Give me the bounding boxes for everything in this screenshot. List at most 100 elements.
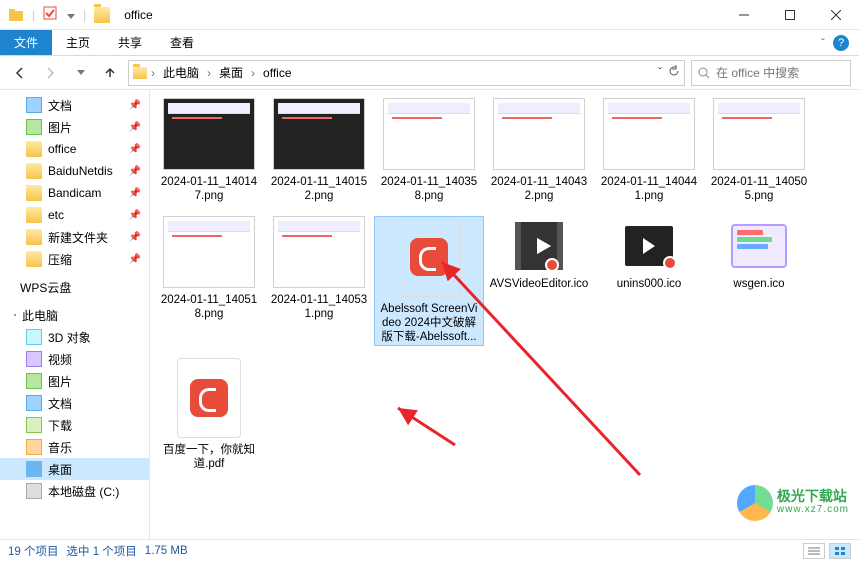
watermark: 极光下载站 www.xz7.com (737, 485, 849, 521)
sidebar-pc[interactable]: 此电脑 (0, 304, 149, 326)
sidebar-item[interactable]: 图片 📌 (0, 116, 149, 138)
file-item[interactable]: 2024-01-11_140531.png (264, 216, 374, 346)
pin-icon: 📌 (129, 210, 141, 221)
ribbon-expand-icon[interactable]: ˇ (821, 36, 825, 50)
pdf-icon (397, 217, 461, 297)
file-item[interactable]: 2024-01-11_140441.png (594, 98, 704, 204)
ribbon: 文件 主页 共享 查看 ˇ ? (0, 30, 859, 56)
refresh-icon[interactable] (668, 65, 680, 80)
file-label: Abelssoft ScreenVideo 2024中文破解版下载-Abelss… (377, 301, 481, 345)
up-button[interactable] (98, 61, 122, 85)
sidebar-item[interactable]: BaiduNetdis📌 (0, 160, 149, 182)
crumb-pc[interactable]: 此电脑 (159, 61, 203, 85)
sidebar-item-label: 文档 (48, 97, 72, 114)
search-placeholder: 在 office 中搜索 (716, 64, 799, 81)
sidebar-item[interactable]: 文档 (0, 392, 149, 414)
qat-sep2: | (83, 8, 86, 22)
sidebar-item-label: 图片 (48, 119, 72, 136)
sidebar-item[interactable]: 桌面 (0, 458, 149, 480)
address-bar[interactable]: › 此电脑 › 桌面 › office ˇ (128, 60, 685, 86)
minimize-button[interactable] (721, 0, 767, 30)
tab-file[interactable]: 文件 (0, 30, 52, 55)
sidebar-item-label: office (48, 142, 76, 156)
qat-dropdown-icon[interactable] (65, 8, 75, 22)
sidebar-wps[interactable]: WPS云盘 (0, 276, 149, 298)
sidebar-item[interactable]: 压缩📌 (0, 248, 149, 270)
qat-checkbox-icon[interactable] (43, 6, 57, 23)
addr-dropdown-icon[interactable]: ˇ (658, 65, 662, 80)
tab-view[interactable]: 查看 (156, 30, 208, 55)
file-pane[interactable]: 2024-01-11_140147.png2024-01-11_140152.p… (150, 90, 859, 539)
help-icon[interactable]: ? (833, 35, 849, 51)
sidebar-item-label: 3D 对象 (48, 329, 91, 346)
sidebar-item[interactable]: Bandicam📌 (0, 182, 149, 204)
watermark-logo-icon (737, 485, 773, 521)
sidebar-item[interactable]: 图片 (0, 370, 149, 392)
sidebar-item[interactable]: etc📌 (0, 204, 149, 226)
pin-icon: 📌 (129, 122, 141, 133)
file-item[interactable]: 2024-01-11_140358.png (374, 98, 484, 204)
tab-home[interactable]: 主页 (52, 30, 104, 55)
watermark-url: www.xz7.com (777, 503, 849, 517)
sidebar-wps-label: WPS云盘 (20, 279, 71, 296)
sidebar-item[interactable]: 文档📌 (0, 94, 149, 116)
chevron-right-icon[interactable]: › (151, 66, 155, 80)
pin-icon: 📌 (129, 254, 141, 265)
thumbnail (163, 216, 255, 288)
app-icon (727, 216, 791, 276)
thumbnail (383, 98, 475, 170)
maximize-button[interactable] (767, 0, 813, 30)
file-item[interactable]: AVSVideoEditor.ico (484, 216, 594, 346)
folder-icon (26, 97, 42, 113)
thumbnail (493, 98, 585, 170)
address-row: › 此电脑 › 桌面 › office ˇ 在 office 中搜索 (0, 56, 859, 90)
folder-icon (26, 207, 42, 223)
view-icons-button[interactable] (829, 543, 851, 559)
sidebar-item[interactable]: 3D 对象 (0, 326, 149, 348)
file-item[interactable]: Abelssoft ScreenVideo 2024中文破解版下载-Abelss… (374, 216, 484, 346)
item-icon (26, 373, 42, 389)
close-button[interactable] (813, 0, 859, 30)
sidebar-item[interactable]: 本地磁盘 (C:) (0, 480, 149, 502)
sidebar-pc-label: 此电脑 (22, 307, 58, 324)
folder-icon (26, 185, 42, 201)
file-item[interactable]: 2024-01-11_140147.png (154, 98, 264, 204)
search-box[interactable]: 在 office 中搜索 (691, 60, 851, 86)
view-details-button[interactable] (803, 543, 825, 559)
item-icon (26, 461, 42, 477)
file-label: 2024-01-11_140505.png (707, 174, 811, 204)
addr-folder-icon (133, 67, 147, 79)
chevron-right-icon[interactable]: › (207, 66, 211, 80)
file-item[interactable]: 2024-01-11_140152.png (264, 98, 374, 204)
forward-button[interactable] (38, 61, 62, 85)
tab-share[interactable]: 共享 (104, 30, 156, 55)
sidebar-item[interactable]: 下载 (0, 414, 149, 436)
pin-icon: 📌 (129, 144, 141, 155)
back-button[interactable] (8, 61, 32, 85)
thumbnail (713, 98, 805, 170)
file-item[interactable]: 2024-01-11_140505.png (704, 98, 814, 204)
file-item[interactable]: 百度一下，你就知道.pdf (154, 358, 264, 472)
chevron-right-icon[interactable]: › (251, 66, 255, 80)
pin-icon: 📌 (129, 232, 141, 243)
thumbnail (273, 98, 365, 170)
sidebar-item[interactable]: office 📌 (0, 138, 149, 160)
folder-icon (26, 229, 42, 245)
sidebar-item[interactable]: 音乐 (0, 436, 149, 458)
file-item[interactable]: 2024-01-11_140432.png (484, 98, 594, 204)
file-label: 2024-01-11_140358.png (377, 174, 481, 204)
crumb-office[interactable]: office (259, 61, 295, 85)
sidebar-item[interactable]: 视频 (0, 348, 149, 370)
file-label: 2024-01-11_140518.png (157, 292, 261, 322)
folder-icon (26, 141, 42, 157)
title-bar: | | office (0, 0, 859, 30)
file-item[interactable]: unins000.ico (594, 216, 704, 346)
file-label: unins000.ico (615, 276, 684, 292)
file-label: 2024-01-11_140531.png (267, 292, 371, 322)
recent-dropdown[interactable] (68, 61, 92, 85)
file-item[interactable]: wsgen.ico (704, 216, 814, 346)
item-icon (26, 439, 42, 455)
file-item[interactable]: 2024-01-11_140518.png (154, 216, 264, 346)
sidebar-item[interactable]: 新建文件夹📌 (0, 226, 149, 248)
crumb-desktop[interactable]: 桌面 (215, 61, 247, 85)
